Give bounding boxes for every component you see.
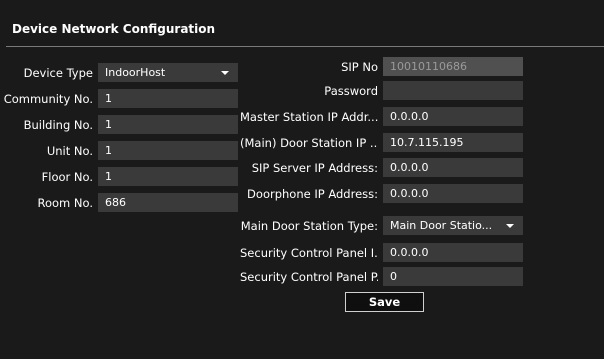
main-door-station-ip-label: (Main) Door Station IP ... <box>240 136 378 150</box>
password-label: Password <box>324 84 378 98</box>
chevron-down-icon <box>221 71 229 75</box>
device-type-value: IndoorHost <box>105 66 166 79</box>
doorphone-ip-input[interactable]: 0.0.0.0 <box>383 184 523 203</box>
sip-no-label: SIP No <box>341 60 378 74</box>
building-no-label: Building No. <box>23 118 93 132</box>
sip-server-ip-label: SIP Server IP Address: <box>251 161 378 175</box>
community-no-label: Community No. <box>3 92 93 106</box>
security-panel-port-input[interactable]: 0 <box>383 267 523 286</box>
room-no-input[interactable]: 686 <box>98 193 238 212</box>
device-type-select[interactable]: IndoorHost <box>98 63 238 82</box>
floor-no-input[interactable]: 1 <box>98 167 238 186</box>
master-station-ip-input[interactable]: 0.0.0.0 <box>383 107 523 126</box>
main-door-station-type-select[interactable]: Main Door Statio... <box>383 216 523 235</box>
page-title: Device Network Configuration <box>12 22 216 36</box>
security-panel-ip-input[interactable]: 0.0.0.0 <box>383 243 523 262</box>
save-button[interactable]: Save <box>345 292 424 312</box>
room-no-label: Room No. <box>37 196 94 210</box>
main-door-station-ip-input[interactable]: 10.7.115.195 <box>383 133 523 152</box>
main-door-station-type-value: Main Door Statio... <box>390 219 493 232</box>
main-door-station-type-label: Main Door Station Type: <box>240 219 378 233</box>
doorphone-ip-label: Doorphone IP Address: <box>247 187 378 201</box>
community-no-input[interactable]: 1 <box>98 89 238 108</box>
building-no-input[interactable]: 1 <box>98 115 238 134</box>
master-station-ip-label: Master Station IP Addr... <box>240 110 378 124</box>
security-panel-port-label: Security Control Panel P... <box>240 270 378 284</box>
title-divider <box>6 46 604 47</box>
unit-no-input[interactable]: 1 <box>98 141 238 160</box>
unit-no-label: Unit No. <box>46 144 93 158</box>
sip-server-ip-input[interactable]: 0.0.0.0 <box>383 158 523 177</box>
security-panel-ip-label: Security Control Panel I... <box>240 246 378 260</box>
chevron-down-icon <box>506 224 514 228</box>
floor-no-label: Floor No. <box>41 170 93 184</box>
device-type-label: Device Type <box>23 66 93 80</box>
sip-no-input: 10010110686 <box>383 57 523 76</box>
password-input[interactable] <box>383 81 523 100</box>
